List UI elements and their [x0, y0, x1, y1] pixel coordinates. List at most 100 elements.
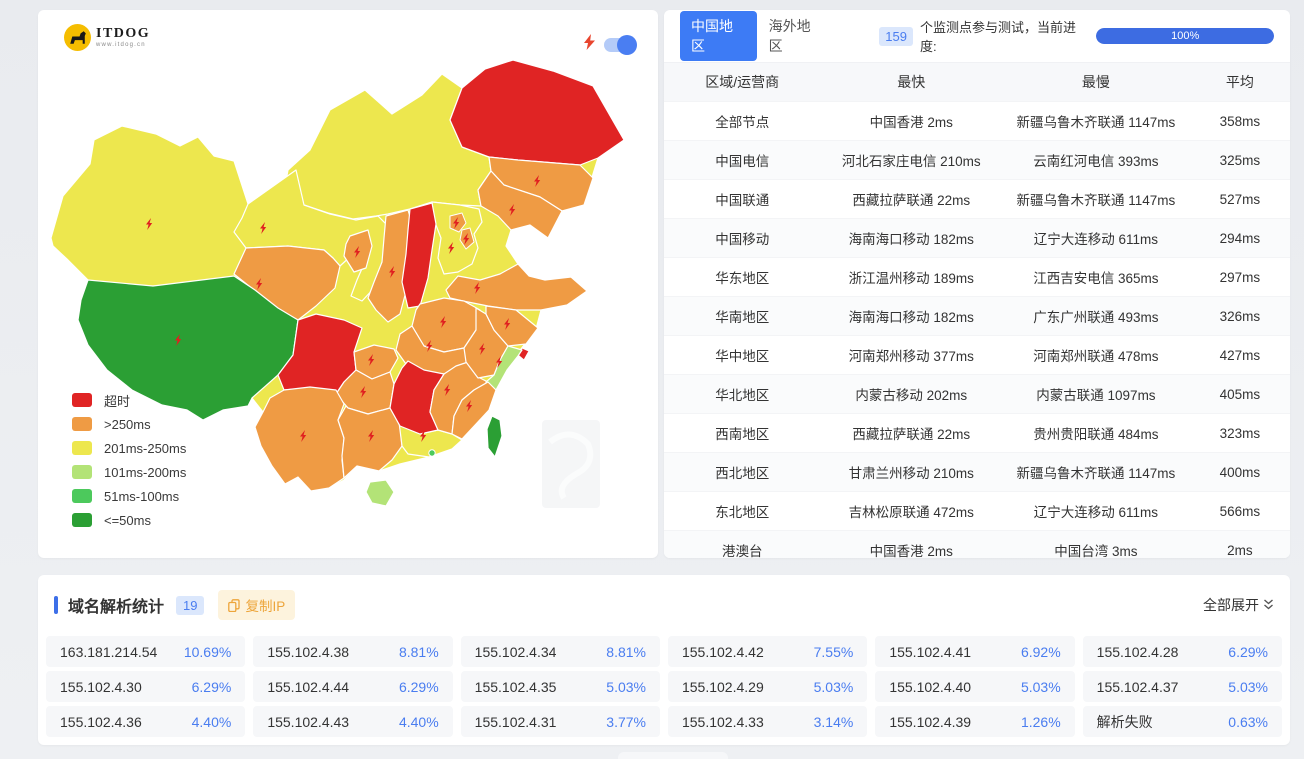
ip-stat-item[interactable]: 155.102.4.286.29%	[1083, 636, 1282, 667]
ip-address: 155.102.4.35	[475, 679, 557, 695]
cell-region: 华东地区	[664, 267, 821, 287]
table-row: 西南地区 西藏拉萨联通 22ms 贵州贵阳联通 484ms 323ms	[664, 413, 1290, 452]
cell-average: 297ms	[1190, 270, 1290, 285]
ip-percent: 3.77%	[606, 714, 646, 730]
cell-slowest: 中国台湾 3ms	[1002, 540, 1190, 558]
province-yunnan[interactable]	[255, 387, 344, 491]
legend-label: 201ms-250ms	[104, 441, 186, 456]
legend-item: 101ms-200ms	[72, 465, 186, 479]
legend-label: 101ms-200ms	[104, 465, 186, 480]
logo-title: ITDOG	[96, 27, 150, 41]
ip-address: 155.102.4.40	[889, 679, 971, 695]
ip-stat-item[interactable]: 解析失败0.63%	[1083, 706, 1282, 737]
ip-percent: 6.92%	[1021, 644, 1061, 660]
map-watermark	[542, 420, 600, 508]
legend-item: <=50ms	[72, 513, 186, 527]
province-taiwan[interactable]	[487, 416, 502, 457]
ip-address: 155.102.4.39	[889, 714, 971, 730]
copy-ip-button[interactable]: 复制IP	[218, 590, 295, 620]
cell-average: 405ms	[1190, 387, 1290, 402]
ip-percent: 6.29%	[399, 679, 439, 695]
ip-stat-item[interactable]: 155.102.4.333.14%	[668, 706, 867, 737]
table-row: 华中地区 河南郑州移动 377ms 河南郑州联通 478ms 427ms	[664, 335, 1290, 374]
cell-average: 294ms	[1190, 231, 1290, 246]
ip-address: 155.102.4.31	[475, 714, 557, 730]
cell-average: 527ms	[1190, 192, 1290, 207]
map-legend: 超时 >250ms 201ms-250ms 101ms-200ms 51ms-1…	[72, 393, 186, 527]
ip-stat-item[interactable]: 155.102.4.364.40%	[46, 706, 245, 737]
ip-percent: 5.03%	[606, 679, 646, 695]
ip-percent: 8.81%	[606, 644, 646, 660]
legend-swatch	[72, 441, 92, 455]
ip-percent: 8.81%	[399, 644, 439, 660]
ip-address: 155.102.4.36	[60, 714, 142, 730]
expand-all-button[interactable]: 全部展开	[1203, 595, 1274, 615]
ip-percent: 6.29%	[192, 679, 232, 695]
cell-slowest: 江西吉安电信 365ms	[1002, 267, 1190, 287]
col-header-region: 区域/运营商	[664, 72, 821, 92]
tab-china-region[interactable]: 中国地区	[680, 11, 757, 61]
legend-item: >250ms	[72, 417, 186, 431]
table-row: 华南地区 海南海口移动 182ms 广东广州联通 493ms 326ms	[664, 296, 1290, 335]
ip-stat-item[interactable]: 155.102.4.37 5.03%	[1083, 671, 1282, 702]
ip-stat-item[interactable]: 155.102.4.416.92%	[875, 636, 1074, 667]
ip-stat-item[interactable]: 155.102.4.295.03%	[668, 671, 867, 702]
ip-address: 155.102.4.37	[1097, 679, 1179, 695]
tab-overseas-region[interactable]: 海外地区	[769, 16, 824, 56]
ip-stat-item[interactable]: 155.102.4.446.29%	[253, 671, 452, 702]
ip-stat-item[interactable]: 155.102.4.34 8.81%	[461, 636, 660, 667]
ip-address: 155.102.4.28	[1097, 644, 1179, 660]
cell-slowest: 河南郑州联通 478ms	[1002, 345, 1190, 365]
province-hainan[interactable]	[366, 480, 394, 506]
ip-percent: 1.26%	[1021, 714, 1061, 730]
next-panel-edge	[618, 752, 728, 759]
ip-stat-item[interactable]: 155.102.4.427.55%	[668, 636, 867, 667]
cell-average: 2ms	[1190, 543, 1290, 558]
cell-fastest: 河南郑州移动 377ms	[821, 345, 1003, 365]
cell-average: 566ms	[1190, 504, 1290, 519]
ip-address: 155.102.4.34	[475, 644, 557, 660]
ip-stat-item[interactable]: 155.102.4.434.40%	[253, 706, 452, 737]
province-heilongjiang[interactable]	[450, 60, 624, 165]
ip-address: 155.102.4.29	[682, 679, 764, 695]
ip-address: 155.102.4.43	[267, 714, 349, 730]
cell-region: 华南地区	[664, 306, 821, 326]
cell-region: 全部节点	[664, 111, 821, 131]
copy-ip-label: 复制IP	[245, 595, 285, 615]
ip-percent: 10.69%	[184, 644, 231, 660]
ip-address: 155.102.4.30	[60, 679, 142, 695]
cell-slowest: 新疆乌鲁木齐联通 1147ms	[1002, 111, 1190, 131]
cell-fastest: 甘肃兰州移动 210ms	[821, 462, 1003, 482]
cell-average: 358ms	[1190, 114, 1290, 129]
cell-region: 华北地区	[664, 384, 821, 404]
table-row: 华北地区 内蒙古移动 202ms 内蒙古联通 1097ms 405ms	[664, 374, 1290, 413]
ip-resolve-failed-label: 解析失败	[1097, 712, 1153, 732]
cell-region: 西南地区	[664, 423, 821, 443]
province-guangxi[interactable]	[338, 406, 402, 478]
itdog-dog-icon	[64, 24, 91, 51]
cell-slowest: 贵州贵阳联通 484ms	[1002, 423, 1190, 443]
legend-swatch	[72, 489, 92, 503]
cell-fastest: 海南海口移动 182ms	[821, 228, 1003, 248]
monitor-text: 个监测点参与测试，当前进度:	[920, 17, 1088, 55]
cell-region: 华中地区	[664, 345, 821, 365]
progress-fill: 100%	[1096, 28, 1274, 44]
ip-percent: 5.03%	[1228, 679, 1268, 695]
cell-slowest: 辽宁大连移动 611ms	[1002, 228, 1190, 248]
ip-stat-item[interactable]: 155.102.4.30 6.29%	[46, 671, 245, 702]
legend-swatch	[72, 393, 92, 407]
progress-bar: 100%	[1096, 28, 1274, 44]
col-header-average: 平均	[1190, 72, 1290, 92]
province-xianggang[interactable]	[429, 450, 435, 456]
map-mode-toggle[interactable]	[604, 38, 634, 52]
col-header-fastest: 最快	[821, 72, 1003, 92]
cell-fastest: 海南海口移动 182ms	[821, 306, 1003, 326]
ip-stat-item[interactable]: 155.102.4.405.03%	[875, 671, 1074, 702]
ip-stat-item[interactable]: 155.102.4.39 1.26%	[875, 706, 1074, 737]
cell-slowest: 新疆乌鲁木齐联通 1147ms	[1002, 189, 1190, 209]
ip-stat-item[interactable]: 155.102.4.35 5.03%	[461, 671, 660, 702]
legend-swatch	[72, 513, 92, 527]
ip-stat-item[interactable]: 155.102.4.31 3.77%	[461, 706, 660, 737]
ip-stat-item[interactable]: 163.181.214.5410.69%	[46, 636, 245, 667]
ip-stat-item[interactable]: 155.102.4.388.81%	[253, 636, 452, 667]
